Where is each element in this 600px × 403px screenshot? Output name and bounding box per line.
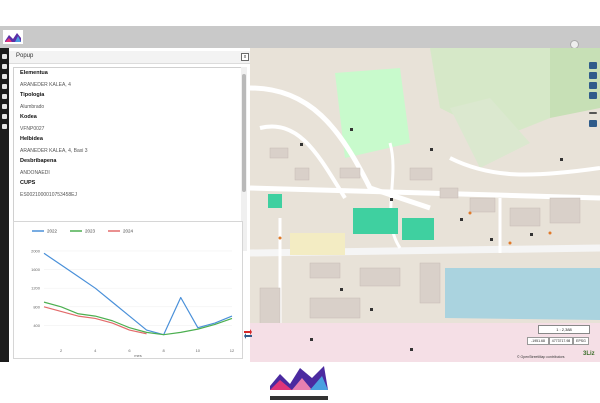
y-tick-label: 1600 (31, 267, 41, 272)
scale-bar: 1 : 2,388 (538, 325, 590, 334)
measure-icon[interactable] (2, 84, 7, 89)
zoom-slider[interactable] (589, 112, 597, 114)
attribute-item: Desbribapena ANDONAEDI (20, 158, 56, 176)
attribute-value: ES0021000010753458EJ (20, 192, 77, 198)
attribute-label: Desbribapena (20, 158, 57, 164)
chart-container: 400 800 1200 1600 2000 2 4 6 8 10 12 mes 2022 2023 202… (13, 221, 243, 359)
attribute-label: Tipologia (20, 92, 45, 98)
attribute-value: ARANEDER KALEA, 4, Baxi 3 (20, 148, 88, 154)
consumption-chart: 400 800 1200 1600 2000 2 4 6 8 10 12 mes 2022 2023 202… (31, 229, 235, 359)
attribute-value: ANDONAEDI (20, 170, 50, 176)
map-view[interactable] (250, 48, 600, 362)
y-tick-label: 1200 (31, 286, 41, 291)
attribute-value: VFNP0027 (20, 126, 45, 132)
y-tick-label: 400 (33, 323, 40, 328)
x-tick-label: 8 (163, 348, 166, 353)
close-icon[interactable]: x (241, 53, 249, 61)
popup-icon[interactable] (2, 74, 7, 79)
y-tick-label: 2000 (31, 248, 41, 253)
legend-label: 2023 (85, 229, 96, 234)
series-line-2024 (43, 306, 147, 335)
app-logo (3, 30, 23, 44)
top-bar (0, 26, 600, 48)
attribute-item: CUPS ES0021000010753458EJ (20, 180, 77, 198)
brand-logo: 3Liz (583, 351, 595, 357)
attribute-value: ARANEDER KALEA, 4 (20, 82, 71, 88)
x-tick-label: 10 (196, 348, 201, 353)
minus-icon[interactable] (589, 120, 597, 127)
attribute-item: Kodea VFNP0027 (20, 114, 44, 132)
map-attribution: © OpenStreetMap contributors (517, 355, 565, 359)
attribute-label: Elementua (20, 70, 48, 76)
popup-panel: Popup x Elementua ARANEDER KALEA, 4 Tipo… (9, 48, 251, 362)
attribute-item: Helbidea ARANEDER KALEA, 4, Baxi 3 (20, 136, 88, 154)
municipality-logo (270, 366, 328, 400)
attribute-label: Helbidea (20, 136, 43, 142)
coordinate-x: -1951.68 (527, 337, 549, 345)
print-icon[interactable] (2, 94, 7, 99)
plus-icon[interactable] (589, 92, 597, 99)
attribute-item: Tipologia Alumbrado (20, 92, 44, 110)
x-tick-label: 6 (128, 348, 131, 353)
x-tick-label: 2 (60, 348, 63, 353)
legend-label: 2024 (123, 229, 134, 234)
legend-label: 2022 (47, 229, 58, 234)
y-tick-label: 800 (33, 304, 40, 309)
left-toolbar (0, 48, 9, 362)
attribute-label: CUPS (20, 180, 36, 186)
edit-icon[interactable] (2, 114, 7, 119)
collapse-panel-icon[interactable] (244, 326, 252, 339)
info-icon[interactable] (2, 64, 7, 69)
projection-select[interactable]: EPSG (573, 337, 589, 345)
coordinate-y: 4773717.98 (549, 337, 573, 345)
x-tick-label: 4 (94, 348, 97, 353)
attribute-value: Alumbrado (20, 104, 45, 110)
popup-title: Popup (16, 53, 34, 59)
layers-icon[interactable] (2, 54, 7, 59)
locate-icon[interactable] (589, 72, 597, 79)
x-tick-label: 12 (230, 348, 235, 353)
scrollbar-thumb[interactable] (242, 74, 246, 192)
series-line-2022 (43, 252, 233, 336)
permalink-icon[interactable] (2, 104, 7, 109)
x-axis-label: mes (134, 353, 142, 358)
home-icon[interactable] (589, 62, 597, 69)
select-icon[interactable] (2, 124, 7, 129)
map-canvas[interactable] (250, 48, 600, 362)
attribute-item: Elementua ARANEDER KALEA, 4 (20, 70, 71, 88)
attribute-label: Kodea (20, 114, 37, 120)
popup-header: Popup x (9, 51, 250, 64)
fullscreen-icon[interactable] (589, 82, 597, 89)
